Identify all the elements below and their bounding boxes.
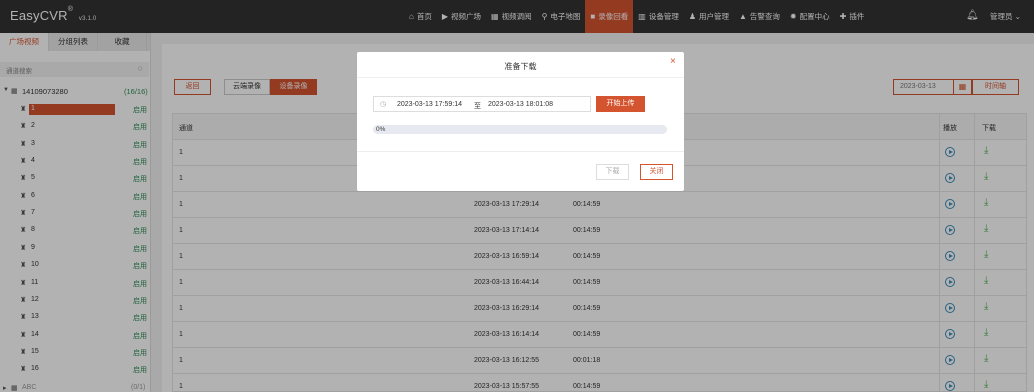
range-end: 2023-03-13 18:01:08 [488,101,553,108]
download-dialog: 准备下载 × ◷ 2023-03-13 17:59:14 至 2023-03-1… [357,52,684,191]
upload-progress-bar: 0% [373,125,667,134]
start-upload-button[interactable]: 开始上传 [596,96,645,112]
progress-text: 0% [376,126,386,133]
dialog-header: 准备下载 × [357,52,684,78]
time-range-input[interactable]: ◷ 2023-03-13 17:59:14 至 2023-03-13 18:01… [373,96,591,112]
range-start: 2023-03-13 17:59:14 [397,101,462,108]
download-button[interactable]: 下载 [596,164,629,180]
close-button[interactable]: 关闭 [640,164,673,180]
range-separator: 至 [474,103,481,110]
close-icon[interactable]: × [670,56,676,67]
clock-icon: ◷ [380,101,387,108]
divider [357,151,684,152]
dialog-title: 准备下载 [504,62,537,71]
